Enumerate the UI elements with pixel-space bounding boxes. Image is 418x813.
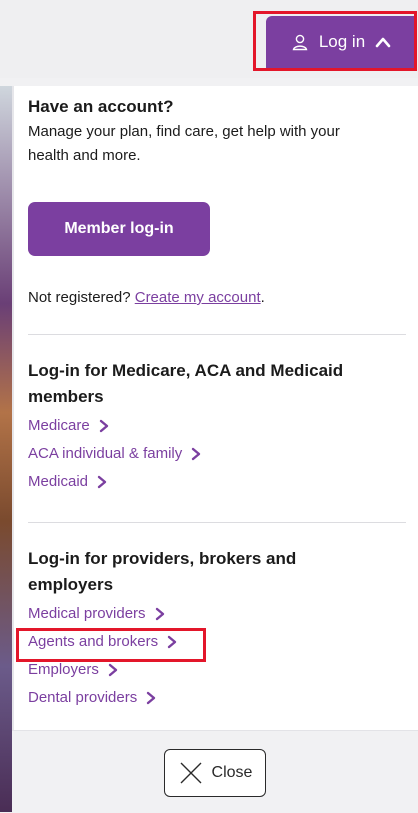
chevron-right-icon (167, 635, 177, 649)
chevron-right-icon (155, 607, 164, 621)
link-label: Employers (28, 661, 99, 678)
link-label: Agents and brokers (28, 633, 159, 650)
divider (28, 522, 406, 523)
link-label: Medical providers (28, 605, 146, 622)
divider (28, 334, 406, 335)
account-section: Have an account? Manage your plan, find … (28, 94, 406, 168)
chevron-right-icon (108, 663, 118, 677)
link-label: Medicaid (28, 473, 89, 490)
link-medicare[interactable]: Medicare (28, 412, 406, 440)
login-toggle-button[interactable]: Log in (266, 16, 416, 68)
close-icon (180, 762, 202, 784)
chevron-right-icon (97, 475, 107, 489)
chevron-up-icon (375, 37, 391, 48)
login-dropdown-panel: Have an account? Manage your plan, find … (12, 86, 418, 806)
period: . (260, 289, 265, 306)
link-employers[interactable]: Employers (28, 656, 406, 684)
link-aca-individual-family[interactable]: ACA individual & family (28, 440, 406, 468)
member-login-button[interactable]: Member log-in (28, 202, 210, 256)
link-label: ACA individual & family (28, 445, 183, 462)
members-section: Log-in for Medicare, ACA and Medicaid me… (28, 358, 406, 496)
login-label: Log in (318, 32, 366, 51)
background-image-strip (0, 86, 12, 812)
providers-heading: Log-in for providers, brokers and employ… (28, 549, 297, 594)
not-registered-line: Not registered? Create my account. (28, 286, 406, 310)
providers-section: Log-in for providers, brokers and employ… (28, 546, 406, 712)
create-account-link[interactable]: Create my account (135, 289, 261, 306)
not-registered-text: Not registered? (28, 289, 131, 306)
link-label: Medicare (28, 417, 90, 434)
members-heading: Log-in for Medicare, ACA and Medicaid me… (28, 361, 344, 406)
chevron-right-icon (147, 691, 156, 705)
link-medicaid[interactable]: Medicaid (28, 468, 406, 496)
link-label: Dental providers (28, 689, 138, 706)
chevron-right-icon (99, 419, 108, 433)
link-agents-and-brokers[interactable]: Agents and brokers (28, 628, 406, 656)
account-description: Manage your plan, find care, get help wi… (28, 123, 340, 164)
link-dental-providers[interactable]: Dental providers (28, 684, 406, 712)
close-button[interactable]: Close (164, 749, 266, 797)
close-label: Close (211, 764, 253, 781)
panel-footer: Close (12, 730, 418, 813)
chevron-right-icon (192, 447, 201, 461)
account-heading: Have an account? (28, 97, 174, 116)
link-medical-providers[interactable]: Medical providers (28, 600, 406, 628)
user-icon (292, 34, 308, 51)
